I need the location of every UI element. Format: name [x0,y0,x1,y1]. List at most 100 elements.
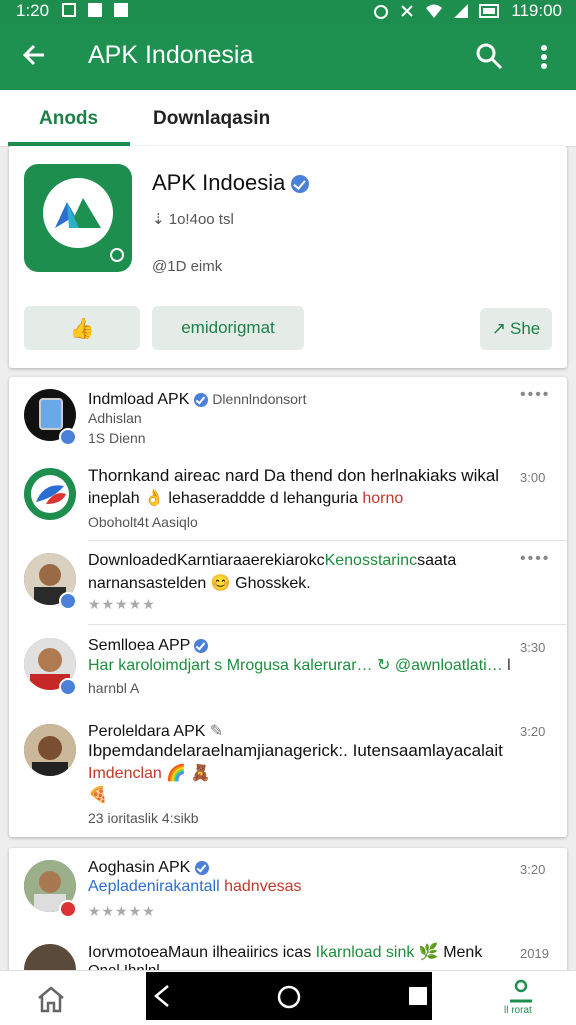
feed-item-title: Semlloea APP [88,637,190,654]
status-icons-right: 119:00 [373,1,562,21]
feed-item-time: 2019 [520,946,549,961]
feed-item-link[interactable]: Kenosstarinc [325,552,418,569]
signal-icon [454,4,469,18]
feed-item-text: IorvmotoeaMaun ilheaiirics icas Ikarnloa… [88,942,482,962]
feed-item-meta: harnbl A [88,680,140,696]
feed-item-title: Peroleldara APK [88,723,206,740]
feed-item-text: DownloadedKarntiaraaerekiarokcKenosstari… [88,552,456,570]
thumbs-up-icon: 👍 [69,317,95,340]
share-button[interactable]: ↗ She [480,308,552,350]
pin-icon: ✎ [209,723,224,740]
feed-item-text-line2: narnansastelden 😊 Ghosskek. [88,575,311,592]
feed-item-title: Indmload APK [88,391,190,408]
install-button[interactable]: emidorigmat [152,306,304,350]
feed-item-tag: Dlennlndonsort [212,391,307,407]
like-button[interactable]: 👍 [24,306,140,350]
feed-item-sub: Adhislan [88,410,142,426]
logo-mark-icon [55,198,101,228]
rating-stars: ★★★★★ [88,903,156,919]
person-photo-icon [24,724,76,776]
feed-item-text-a: DownloadedKarntiaraaerekiarokc [88,552,325,569]
feed-item-text-c: Menk [443,944,483,961]
feed-item-text-c: saata [417,552,457,569]
app-name-row: APK Indoesia [152,170,310,196]
feed-item-meta: Oboholt4t Aasiqlo [88,514,198,530]
status-icons-left [62,3,128,17]
feed-item-text: Aepladenirakantall hadnvesas [88,878,302,896]
feed-item-text-a: Har karoloimdjart s Mrogusa kalerurar… [88,657,373,674]
rating-stars: ★★★★★ [88,596,156,612]
refresh-icon: ↻ [376,657,391,674]
feed-item-title-row: Semlloea APP [88,637,209,655]
avatar-badge [59,592,77,610]
more-horiz-icon[interactable]: •••• [520,386,550,404]
feed-item-link[interactable]: Ikarnload sink [316,944,415,961]
more-horiz-icon[interactable]: •••• [520,550,550,568]
feed-item-link[interactable]: horno [362,490,403,507]
app-name: APK Indoesia [152,170,286,195]
avatar-badge [59,900,77,918]
download-icon: ⇣ [152,211,165,228]
feed-item-text-line2: ineplah 👌 lehaseraddde d lehanguria horn… [88,488,403,508]
feed-item-title-row: Indmload APK Dlennlndonsort [88,391,306,409]
feed-item-link[interactable]: hadnvesas [224,878,301,895]
app-bar: APK Indonesia [0,24,576,90]
wifi-icon [426,4,443,18]
status-time-right: 119:00 [511,1,562,20]
feed-item-text: Har karoloimdjart s Mrogusa kalerurar… ↻… [88,655,511,675]
mute-icon [401,5,413,17]
brand-logo-icon [31,475,69,513]
feed-item-text-line2: Imdenclan 🌈 🧸 [88,763,211,783]
emoji-icon: 🍕 [88,787,108,804]
back-arrow-icon[interactable] [20,40,50,70]
feed-item-time: 3:30 [520,640,546,655]
divider [88,624,566,625]
feed-item-link[interactable]: Imdenclan [88,765,162,782]
feed-item-text: Thornkand aireac nard Da thend don herln… [88,466,500,485]
avatar-badge [59,428,77,446]
avatar[interactable] [24,724,76,776]
system-navigation-bar [146,972,432,1020]
feed-item-time: 3:20 [520,862,546,877]
feed-item-text-a: ineplah 👌 lehaseraddde d lehanguria [88,490,358,507]
feed-item-title-row: Aoghasin APK [88,859,209,877]
alarm-icon [374,5,389,19]
downloads-row: ⇣ 1o!4oo tsl [152,210,234,228]
feed-item-date: 1S Dienn [88,430,146,446]
status-time: 1:20 [16,1,50,20]
feed-item-title-row: Peroleldara APK ✎ [88,721,223,741]
size-label: @1D eimk [152,258,223,275]
feed-item-time: 3:20 [520,724,546,739]
battery-icon [479,4,500,18]
verified-icon [193,392,208,407]
share-icon: ↗ [491,319,506,338]
verified-icon [194,860,209,875]
feed-item-link[interactable]: @awnloatlati… [395,657,503,674]
verified-icon [291,175,310,194]
app-logo[interactable] [24,164,132,272]
feed-item-text-c: l [507,657,511,674]
notification-icon [62,3,76,17]
back-nav-icon[interactable] [152,984,174,1008]
home-icon[interactable] [36,985,66,1013]
home-nav-icon[interactable] [276,984,302,1010]
download-count: 1o!4oo tsl [168,211,234,228]
logo-dot [110,248,124,262]
feed-item-title: Aoghasin APK [88,859,191,876]
search-icon[interactable] [474,41,504,71]
more-vert-icon[interactable] [536,42,552,72]
recents-nav-icon[interactable] [408,986,428,1006]
feed-item-text-a: IorvmotoeaMaun ilheaiirics icas [88,944,312,961]
avatar-badge [59,678,77,696]
profile-icon[interactable] [506,979,536,1003]
status-bar: 1:20 119:00 [0,0,576,24]
install-button-label: emidorigmat [181,318,275,337]
tab-anods[interactable]: Anods [39,108,98,130]
divider [88,540,566,541]
page-title: APK Indonesia [88,41,254,69]
avatar[interactable] [24,468,76,520]
feed-item-text-a: Aepladenirakantall [88,878,220,895]
logo-circle [43,178,113,248]
nav-label: ll rorat [504,1005,532,1016]
tab-downloads[interactable]: Downlaqasin [153,108,270,130]
